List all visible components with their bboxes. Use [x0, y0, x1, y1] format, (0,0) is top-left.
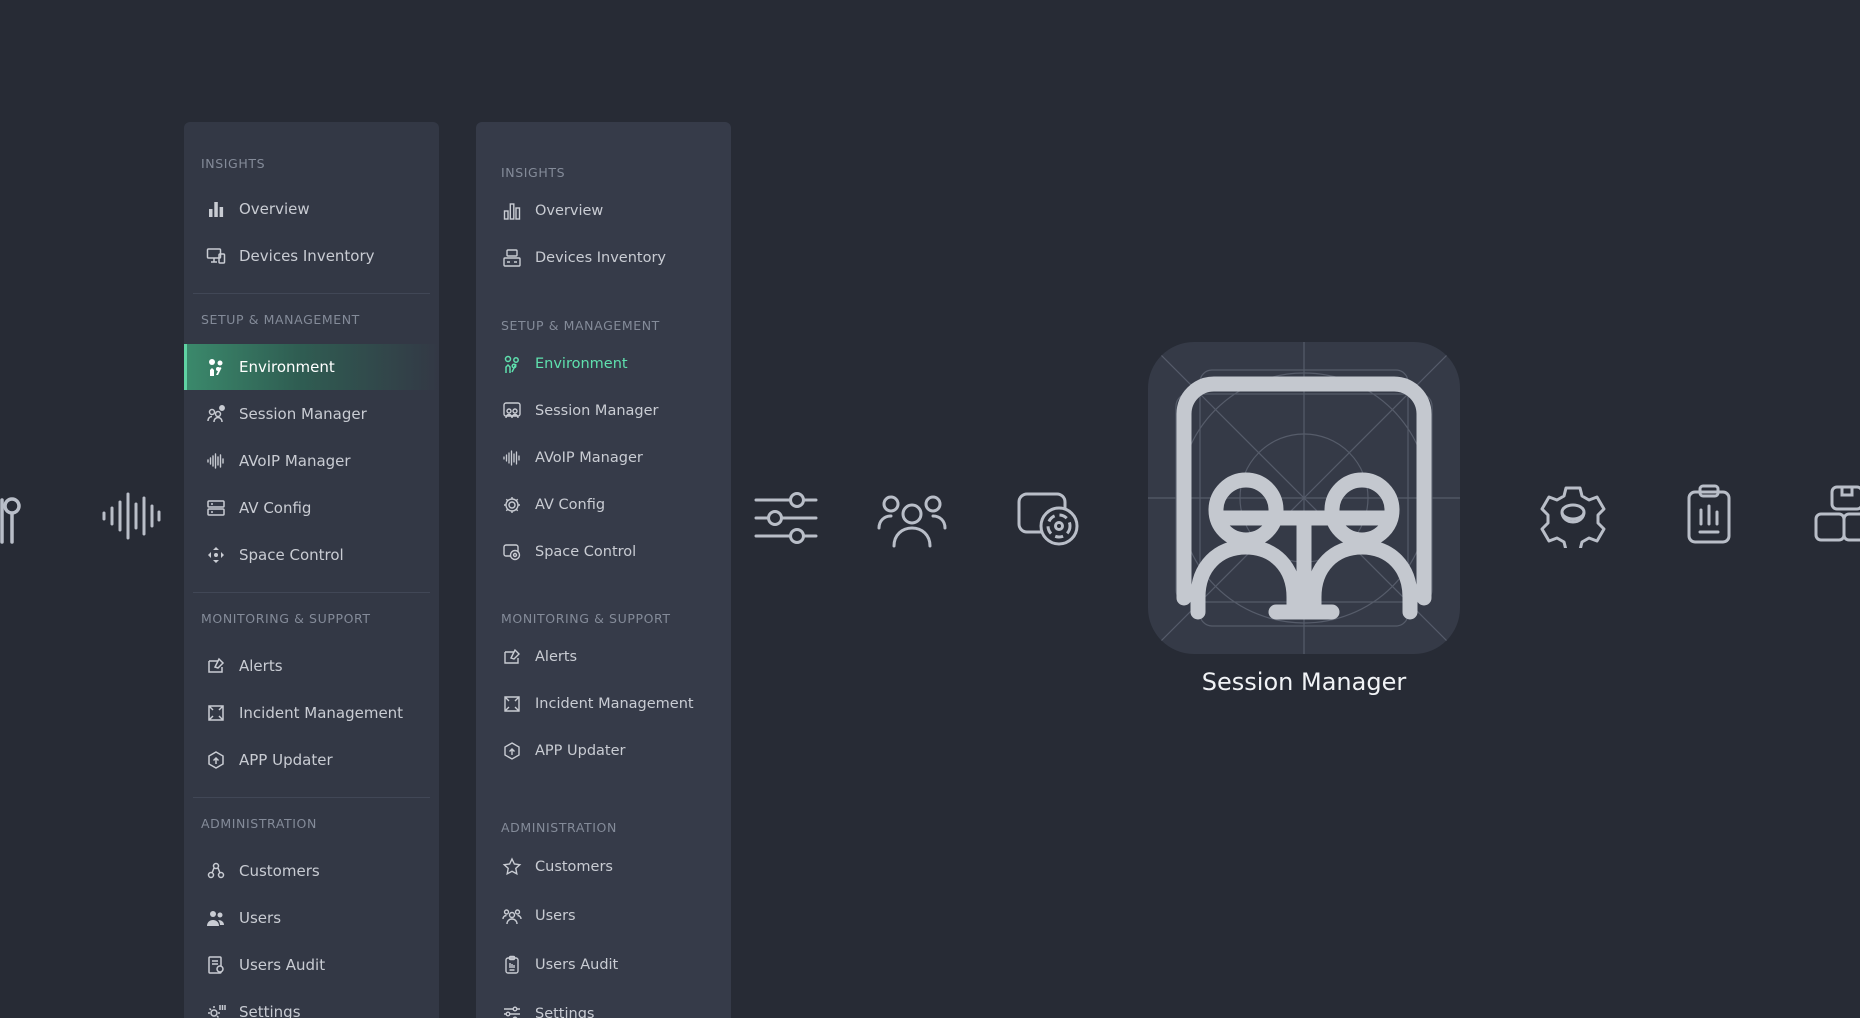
- gear-icon: [502, 495, 522, 515]
- alert-icon: [502, 647, 522, 667]
- updater-icon: [206, 750, 226, 770]
- nav-item-overview[interactable]: Overview: [184, 186, 439, 232]
- waveform-icon: [502, 448, 522, 468]
- devices-icon: [502, 248, 522, 268]
- bar-chart-icon: [502, 201, 522, 221]
- clipboard-icon: [1686, 484, 1732, 546]
- nav-item-space-control[interactable]: Space Control: [476, 529, 731, 575]
- customers-icon: [206, 861, 226, 881]
- nav-item-devices-inventory[interactable]: Devices Inventory: [476, 235, 731, 281]
- nav-item-avoip-manager[interactable]: AVoIP Manager: [184, 438, 439, 484]
- environment-icon: [206, 357, 226, 377]
- divider: [193, 592, 430, 593]
- nav-item-users[interactable]: Users: [184, 895, 439, 941]
- nav-item-session-manager[interactable]: Session Manager: [476, 388, 731, 434]
- users-icon: [206, 404, 226, 424]
- section-title-setup: SETUP & MANAGEMENT: [501, 318, 660, 333]
- boxes-icon: [1814, 484, 1860, 544]
- nav-item-settings[interactable]: Settings: [476, 991, 731, 1018]
- section-title-monitoring: MONITORING & SUPPORT: [201, 611, 371, 626]
- nav-item-incident-management[interactable]: Incident Management: [184, 690, 439, 736]
- nav-item-users-audit[interactable]: Users Audit: [476, 942, 731, 988]
- nav-item-users-audit[interactable]: Users Audit: [184, 942, 439, 988]
- devices-icon: [206, 246, 226, 266]
- nav-item-environment[interactable]: Environment: [184, 344, 439, 390]
- nav-item-av-config[interactable]: AV Config: [476, 482, 731, 528]
- nav-item-alerts[interactable]: Alerts: [476, 634, 731, 680]
- nav-item-environment[interactable]: Environment: [476, 341, 731, 387]
- nav-item-incident-management[interactable]: Incident Management: [476, 681, 731, 727]
- section-title-setup: SETUP & MANAGEMENT: [201, 312, 360, 327]
- section-title-administration: ADMINISTRATION: [201, 816, 317, 831]
- nav-item-customers[interactable]: Customers: [184, 848, 439, 894]
- users-group-icon: [502, 906, 522, 926]
- settings-icon: [206, 1002, 226, 1018]
- section-title-insights: INSIGHTS: [501, 165, 566, 180]
- screen-target-icon: [1016, 490, 1082, 546]
- section-title-administration: ADMINISTRATION: [501, 820, 617, 835]
- environment-icon: [502, 354, 522, 374]
- nav-item-space-control[interactable]: Space Control: [184, 532, 439, 578]
- users-group-icon: [877, 490, 947, 548]
- nav-item-settings[interactable]: Settings: [184, 989, 439, 1018]
- divider: [193, 797, 430, 798]
- bar-chart-icon: [206, 199, 226, 219]
- section-title-monitoring: MONITORING & SUPPORT: [501, 611, 671, 626]
- audit-icon: [206, 955, 226, 975]
- updater-icon: [502, 741, 522, 761]
- nav-item-users[interactable]: Users: [476, 893, 731, 939]
- environment-icon: [0, 490, 32, 546]
- sliders-icon: [754, 490, 818, 546]
- sidebar-filled-variant: INSIGHTS Overview Devices Inventory SETU…: [184, 122, 439, 1018]
- star-icon: [502, 857, 522, 877]
- incident-icon: [206, 703, 226, 723]
- gear-icon: [1538, 484, 1608, 548]
- nav-item-av-config[interactable]: AV Config: [184, 485, 439, 531]
- incident-icon: [502, 694, 522, 714]
- sliders-icon: [502, 1004, 522, 1018]
- nav-item-session-manager[interactable]: Session Manager: [184, 391, 439, 437]
- screen-target-icon: [502, 542, 522, 562]
- move-icon: [206, 545, 226, 565]
- alert-icon: [206, 656, 226, 676]
- section-title-insights: INSIGHTS: [201, 156, 266, 171]
- featured-icon-label: Session Manager: [1201, 668, 1407, 696]
- nav-item-overview[interactable]: Overview: [476, 188, 731, 234]
- nav-item-avoip-manager[interactable]: AVoIP Manager: [476, 435, 731, 481]
- users-filled-icon: [206, 908, 226, 928]
- waveform-icon: [206, 451, 226, 471]
- session-manager-icon: [1148, 342, 1460, 654]
- nav-item-devices-inventory[interactable]: Devices Inventory: [184, 233, 439, 279]
- server-icon: [206, 498, 226, 518]
- nav-item-app-updater[interactable]: APP Updater: [476, 728, 731, 774]
- session-manager-icon: [502, 401, 522, 421]
- divider: [193, 293, 430, 294]
- nav-item-app-updater[interactable]: APP Updater: [184, 737, 439, 783]
- clipboard-icon: [502, 955, 522, 975]
- nav-item-customers[interactable]: Customers: [476, 844, 731, 890]
- sidebar-outline-variant: INSIGHTS Overview Devices Inventory SETU…: [476, 122, 731, 1018]
- nav-item-alerts[interactable]: Alerts: [184, 643, 439, 689]
- waveform-icon: [100, 488, 162, 544]
- session-manager-icon-tile: [1148, 342, 1460, 654]
